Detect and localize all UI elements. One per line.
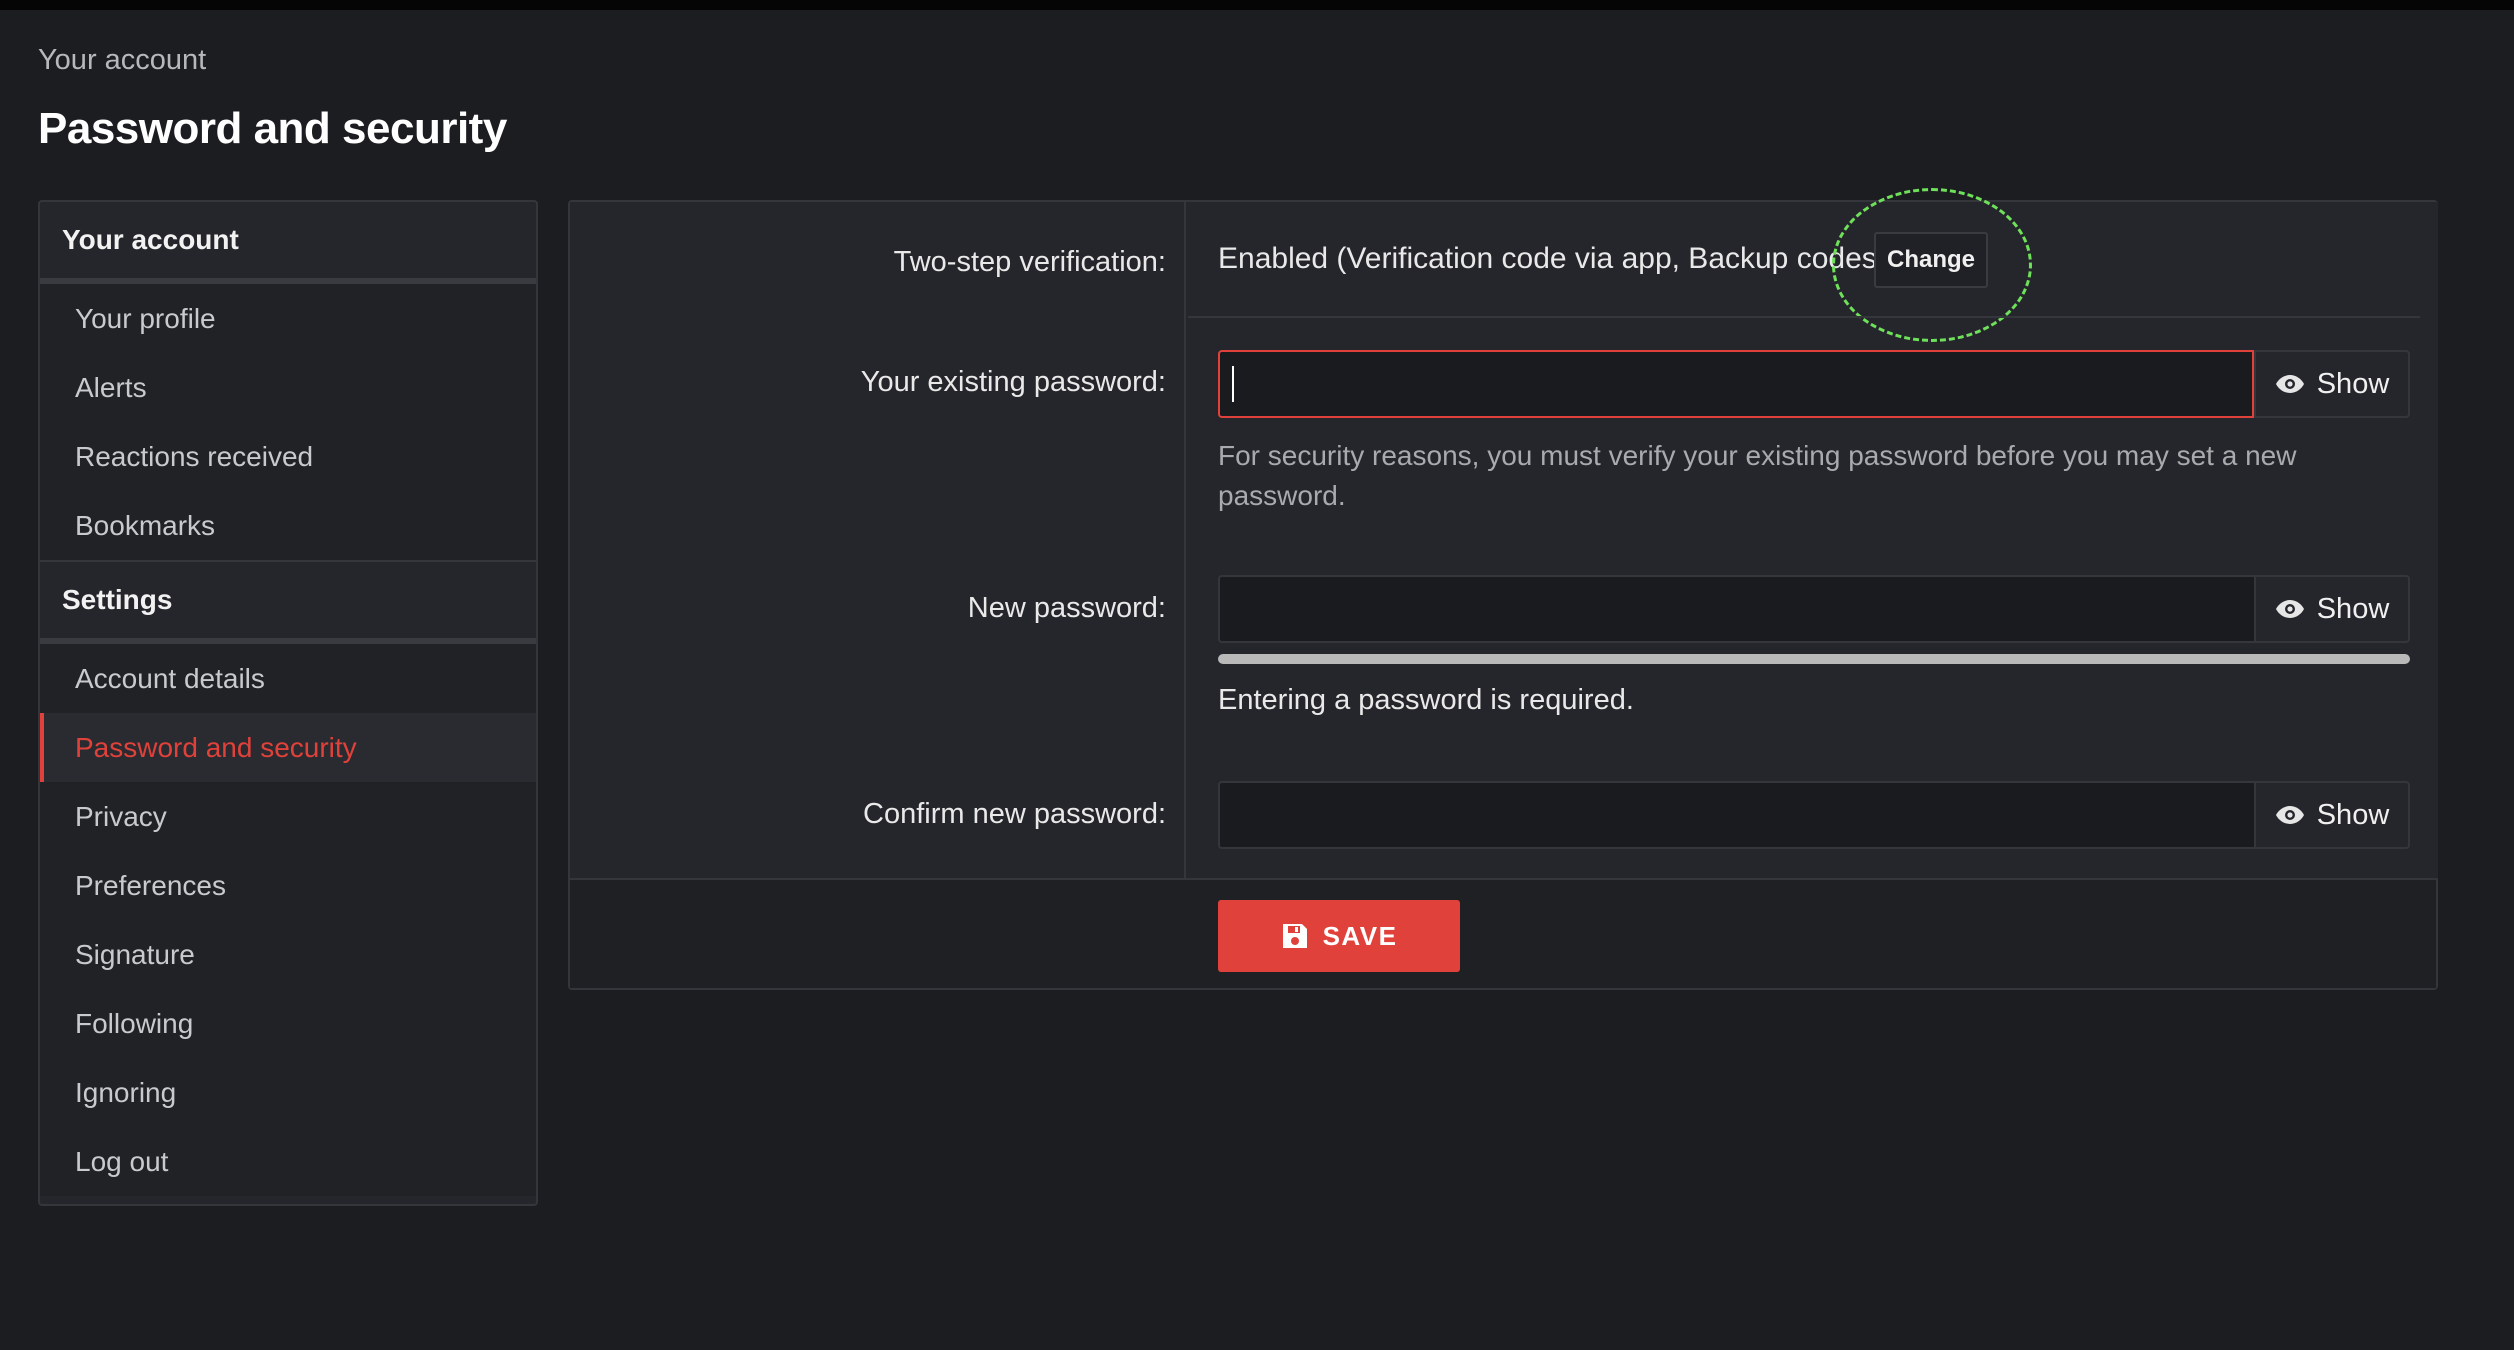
show-label: Show [2316,798,2390,831]
change-two-step-button[interactable]: Change [1874,232,1988,288]
account-sidebar: Your account Your profile Alerts Reactio… [38,200,538,1206]
existing-password-group: Show [1218,350,2410,418]
window-top-bar [0,0,2514,10]
existing-password-label: Your existing password: [860,366,1166,398]
confirm-password-input[interactable] [1218,781,2254,849]
sidebar-item-preferences[interactable]: Preferences [40,851,536,920]
sidebar-settings-list: Account details Password and security Pr… [40,644,536,1196]
new-password-required-message: Entering a password is required. [1218,684,1634,716]
sidebar-item-signature[interactable]: Signature [40,920,536,989]
sidebar-item-log-out[interactable]: Log out [40,1127,536,1196]
sidebar-item-alerts[interactable]: Alerts [40,353,536,422]
form-label-column [570,202,1186,878]
sidebar-item-privacy[interactable]: Privacy [40,782,536,851]
sidebar-item-your-profile[interactable]: Your profile [40,284,536,353]
eye-icon [2275,600,2304,618]
two-step-status: Enabled (Verification code via app, Back… [1218,242,1887,275]
text-caret [1232,366,1234,402]
existing-password-hint: For security reasons, you must verify yo… [1218,440,2297,511]
sidebar-heading-settings: Settings [40,562,536,644]
existing-password-input[interactable] [1218,350,2254,418]
new-password-label: New password: [967,592,1166,624]
sidebar-account-list: Your profile Alerts Reactions received B… [40,284,536,560]
show-new-password-button[interactable]: Show [2254,575,2410,643]
eye-icon [2275,375,2304,393]
password-strength-meter [1218,654,2410,664]
sidebar-item-reactions-received[interactable]: Reactions received [40,422,536,491]
save-label: SAVE [1322,920,1398,951]
save-button[interactable]: SAVE [1218,900,1460,972]
sidebar-item-account-details[interactable]: Account details [40,644,536,713]
password-security-form: Two-step verification: Enabled (Verifica… [568,188,2438,990]
form-footer: SAVE [570,878,2436,988]
new-password-input[interactable] [1218,575,2254,643]
eye-icon [2275,806,2304,824]
confirm-password-group: Show [1218,781,2410,849]
new-password-group: Show [1218,575,2410,643]
show-label: Show [2316,367,2390,400]
show-confirm-password-button[interactable]: Show [2254,781,2410,849]
sidebar-heading-your-account: Your account [40,202,536,284]
page-title: Password and security [38,104,507,153]
breadcrumb[interactable]: Your account [38,44,206,77]
form-value-column [1188,202,2438,878]
row-separator [1188,316,2420,318]
floppy-disk-icon [1282,924,1307,948]
confirm-password-label: Confirm new password: [863,798,1166,830]
sidebar-item-password-and-security[interactable]: Password and security [40,713,536,782]
show-existing-password-button[interactable]: Show [2254,350,2410,418]
two-step-label: Two-step verification: [893,246,1166,278]
sidebar-item-following[interactable]: Following [40,989,536,1058]
show-label: Show [2316,592,2390,625]
sidebar-item-bookmarks[interactable]: Bookmarks [40,491,536,560]
sidebar-item-ignoring[interactable]: Ignoring [40,1058,536,1127]
